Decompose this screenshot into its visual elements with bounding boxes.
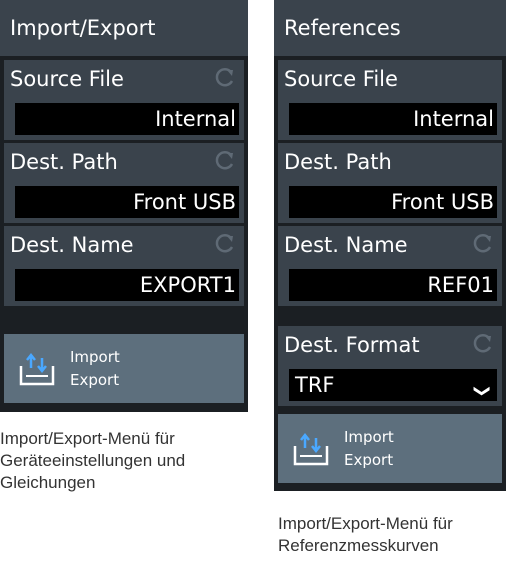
dest-name-setting[interactable]: Dest. Name REF01 — [278, 226, 502, 306]
chevron-down-icon: ❯ — [473, 384, 493, 398]
source-file-setting[interactable]: Source File Internal — [4, 60, 244, 140]
reset-arrow-icon[interactable] — [472, 232, 494, 254]
figure-caption: Import/Export-Menü für Referenzmesskurve… — [278, 514, 453, 555]
setting-value[interactable]: Front USB — [289, 186, 497, 218]
setting-label: Dest. Path — [284, 150, 392, 174]
setting-value[interactable]: REF01 — [289, 269, 497, 301]
setting-value[interactable]: Front USB — [15, 186, 239, 218]
figure-caption: Import/Export-Menü für Geräteeinstellung… — [0, 429, 186, 492]
import-export-button[interactable]: Import Export — [4, 334, 244, 403]
setting-value[interactable]: Internal — [15, 103, 239, 135]
setting-label: Dest. Name — [10, 233, 134, 257]
button-label-line2: Export — [344, 451, 394, 469]
setting-label: Dest. Name — [284, 233, 408, 257]
dest-path-setting[interactable]: Dest. Path Front USB — [4, 143, 244, 223]
import-export-button[interactable]: Import Export — [278, 414, 502, 483]
setting-label: Dest. Path — [10, 150, 118, 174]
format-select[interactable]: TRF ❯ — [289, 369, 497, 401]
button-label-line1: Import — [70, 348, 120, 366]
menu-title: Import/Export — [0, 0, 248, 56]
button-label-line2: Export — [70, 371, 120, 389]
setting-value[interactable]: Internal — [289, 103, 497, 135]
references-menu: References Source File Internal Dest. Pa… — [274, 0, 506, 491]
import-export-icon — [293, 432, 329, 466]
dest-format-setting[interactable]: Dest. Format TRF ❯ — [278, 326, 502, 406]
setting-label: Source File — [10, 67, 124, 91]
setting-label: Dest. Format — [284, 333, 420, 357]
dest-name-setting[interactable]: Dest. Name EXPORT1 — [4, 226, 244, 306]
reset-arrow-icon[interactable] — [214, 232, 236, 254]
menu-title: References — [274, 0, 506, 56]
select-value: TRF — [295, 373, 335, 397]
import-export-icon — [19, 352, 55, 386]
source-file-setting[interactable]: Source File Internal — [278, 60, 502, 140]
import-export-menu: Import/Export Source File Internal Dest.… — [0, 0, 248, 412]
reset-arrow-icon[interactable] — [214, 149, 236, 171]
setting-value[interactable]: EXPORT1 — [15, 269, 239, 301]
button-label-line1: Import — [344, 428, 394, 446]
setting-label: Source File — [284, 67, 398, 91]
dest-path-setting[interactable]: Dest. Path Front USB — [278, 143, 502, 223]
reset-arrow-icon[interactable] — [472, 332, 494, 354]
reset-arrow-icon[interactable] — [214, 66, 236, 88]
